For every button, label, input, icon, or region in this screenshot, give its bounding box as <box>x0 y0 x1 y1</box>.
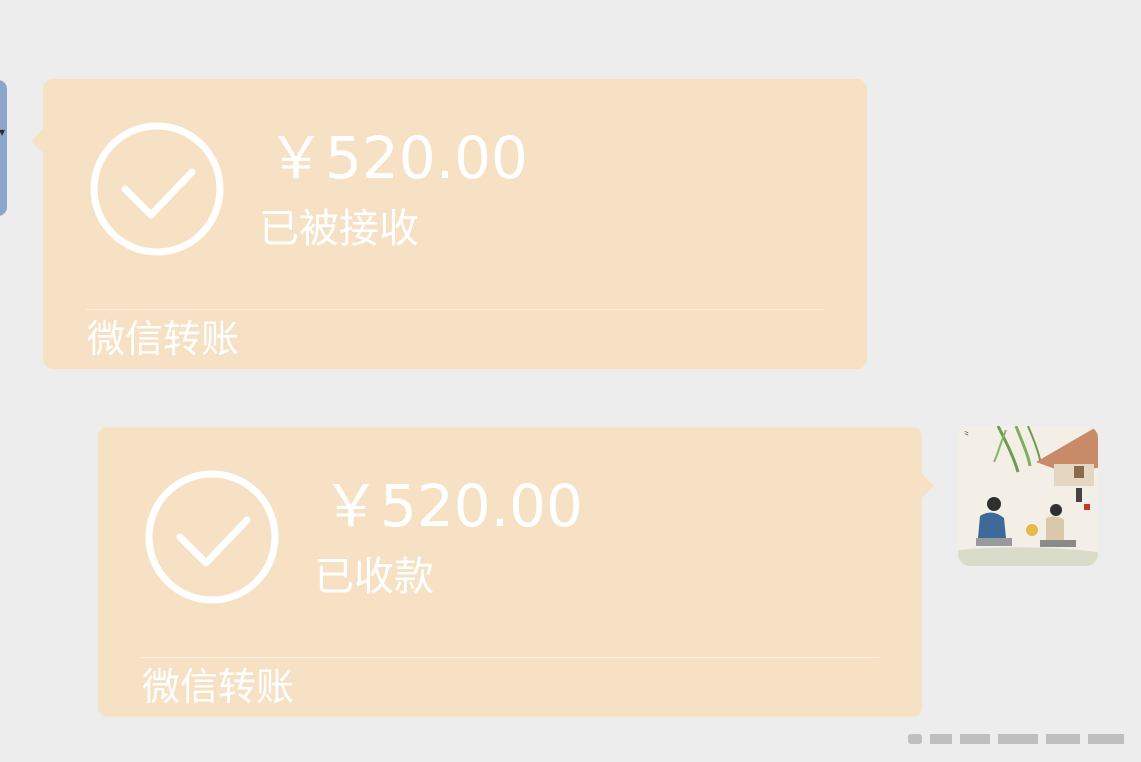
bubble-tail <box>31 129 43 153</box>
user-avatar[interactable]: ⺀ <box>958 426 1098 566</box>
transfer-footer-label: 微信转账 <box>142 665 295 709</box>
divider <box>141 657 879 658</box>
transfer-status: 已收款 <box>314 554 434 600</box>
divider <box>86 309 824 310</box>
check-circle-icon <box>145 470 279 604</box>
transfer-status: 已被接收 <box>259 206 419 252</box>
bubble-tail <box>922 474 934 498</box>
transfer-amount: ￥520.00 <box>322 472 583 540</box>
contact-avatar[interactable]: ▾ <box>0 80 7 216</box>
svg-text:⺀: ⺀ <box>962 431 971 441</box>
avatar-edge-mark: ▾ <box>0 125 5 139</box>
transfer-message-sent[interactable]: ￥520.00 已收款 微信转账 <box>98 427 934 717</box>
avatar-painting: ⺀ <box>958 426 1098 566</box>
transfer-message-received[interactable]: ￥520.00 已被接收 微信转账 <box>31 79 867 369</box>
transfer-footer-label: 微信转账 <box>87 317 240 361</box>
transfer-amount: ￥520.00 <box>267 124 528 192</box>
check-circle-icon <box>90 122 224 256</box>
watermark <box>908 734 1124 744</box>
